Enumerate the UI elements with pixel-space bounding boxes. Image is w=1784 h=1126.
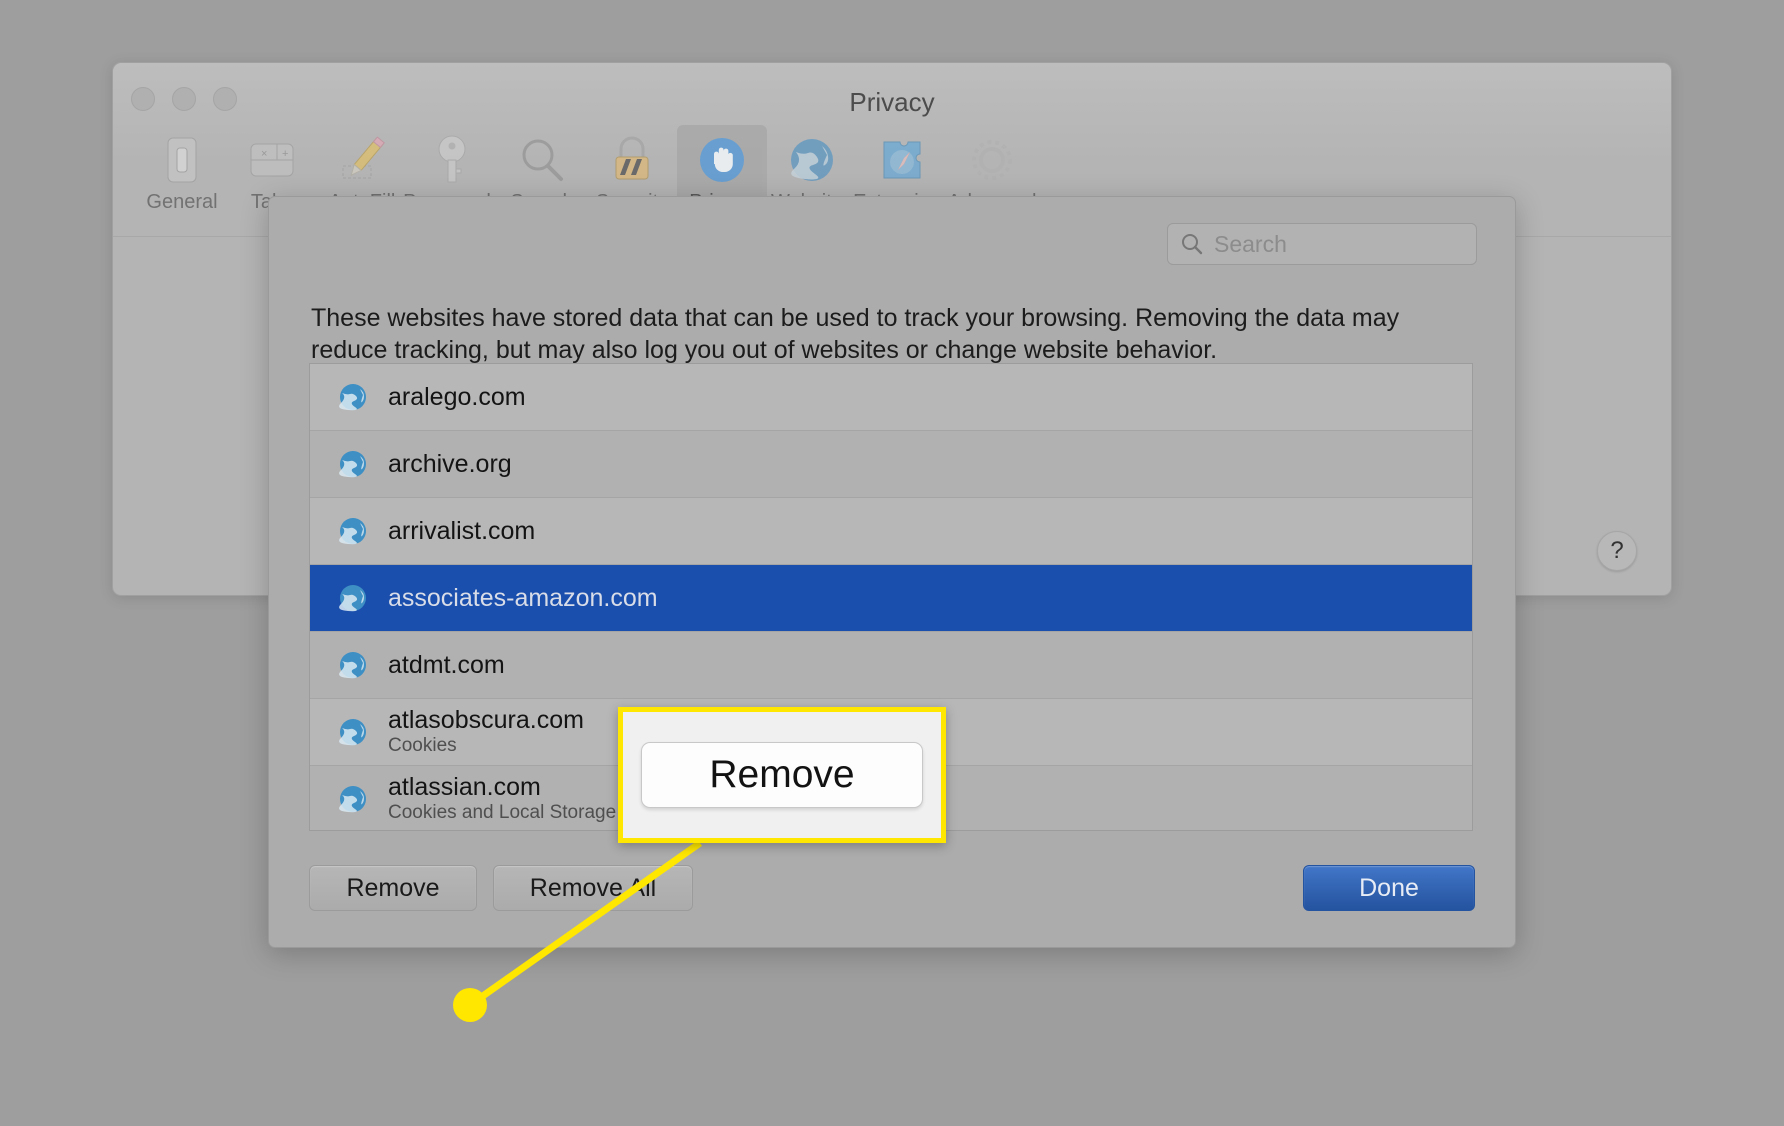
globe-icon [339,585,366,612]
remove-button[interactable]: Remove [309,865,477,911]
site-detail: Cookies [388,735,457,757]
site-name: atlasobscura.com [388,705,584,734]
window-titlebar: Privacy General ×+ Tabs [113,63,1671,237]
site-name: atlassian.com [388,772,541,801]
list-item-text: atlasobscura.com Cookies [388,706,584,759]
search-icon [1182,234,1203,255]
site-name: arrivalist.com [388,516,536,545]
svg-text:×: × [261,148,267,160]
search-row: Search [1167,223,1477,265]
list-item[interactable]: archive.org [310,431,1472,498]
list-item-selected[interactable]: associates-amazon.com [310,565,1472,632]
site-name: archive.org [388,449,512,478]
remove-all-button[interactable]: Remove All [493,865,693,911]
site-name: associates-amazon.com [388,583,658,612]
list-item[interactable]: aralego.com [310,364,1472,431]
search-placeholder: Search [1214,230,1287,257]
globe-icon [339,652,366,679]
done-button[interactable]: Done [1303,865,1475,911]
screen: Privacy General ×+ Tabs [0,0,1784,1126]
list-item-text: aralego.com [388,383,526,412]
globe-icon [339,384,366,411]
list-item-text: arrivalist.com [388,517,535,546]
list-item[interactable]: arrivalist.com [310,498,1472,565]
site-detail: Cookies and Local Storage [388,802,617,824]
site-name: atdmt.com [388,650,505,679]
window-title: Privacy [849,87,935,117]
list-item-text: atdmt.com [388,651,505,680]
list-item-text: associates-amazon.com [388,584,658,613]
globe-icon [339,451,366,478]
globe-icon [339,719,366,746]
globe-icon [339,786,366,813]
description-text: These websites have stored data that can… [311,304,1400,364]
svg-text:+: + [282,148,288,160]
help-button[interactable]: ? [1597,531,1637,571]
remove-button-callout: Remove [618,707,946,843]
globe-icon [339,518,366,545]
search-field[interactable]: Search [1167,223,1477,265]
callout-remove-button[interactable]: Remove [641,742,923,808]
list-item-text: atlassian.com Cookies and Local Storage [388,773,616,826]
site-name: aralego.com [388,382,526,411]
list-item[interactable]: atdmt.com [310,632,1472,699]
list-item-text: archive.org [388,450,512,479]
